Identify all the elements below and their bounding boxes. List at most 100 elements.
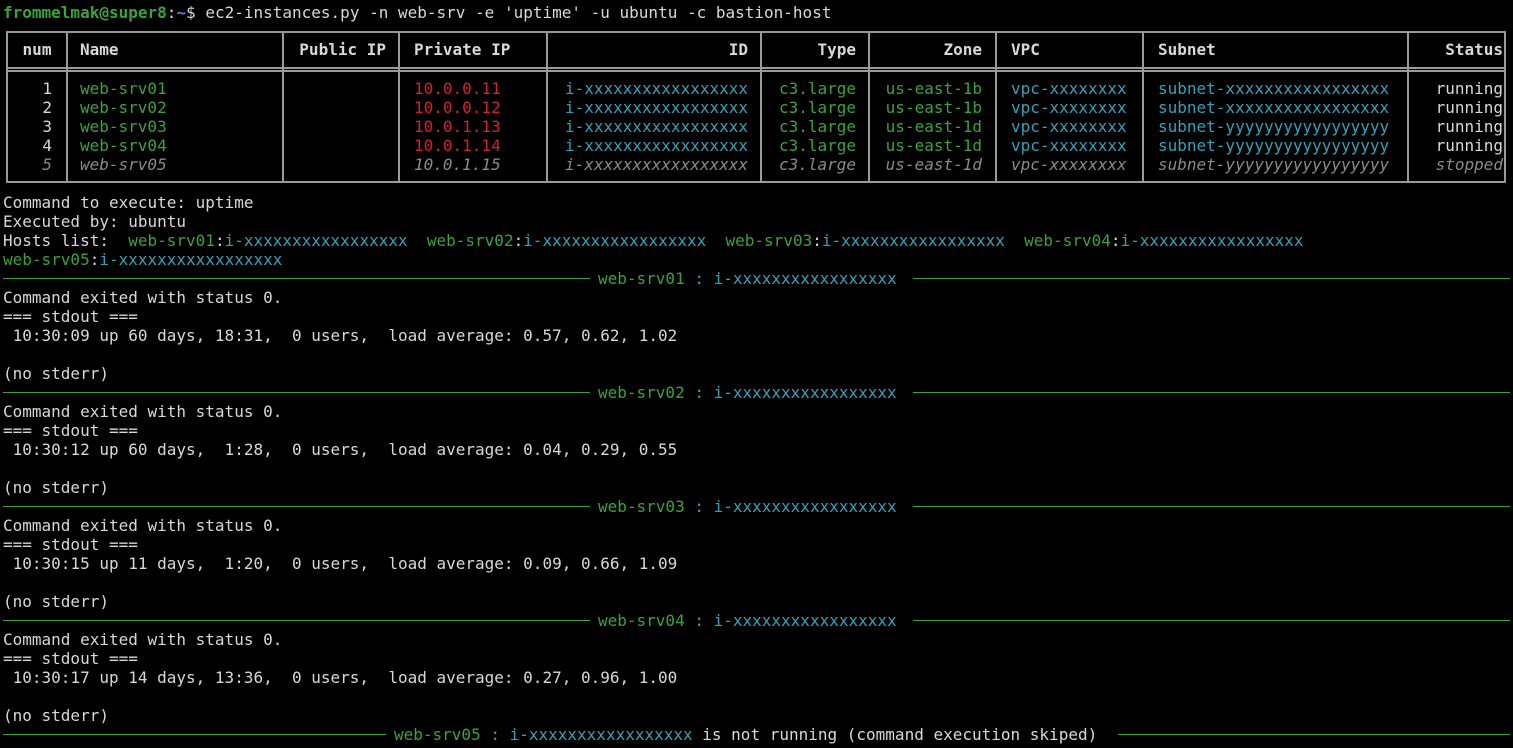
host-name: web-srv04 bbox=[1024, 231, 1111, 250]
cell-private_ip: 10.0.1.14 bbox=[414, 136, 501, 155]
cell-type: c3.large bbox=[778, 136, 856, 155]
separator-label: web-srv01 : i-xxxxxxxxxxxxxxxxx bbox=[598, 269, 897, 288]
header-id: ID bbox=[728, 40, 748, 59]
final-colon: : bbox=[480, 725, 510, 744]
executed-label: Executed by: bbox=[3, 212, 129, 231]
cell-status: running bbox=[1435, 117, 1503, 136]
cell-vpc: vpc-xxxxxxxx bbox=[1011, 155, 1127, 174]
cell-zone: us-east-1b bbox=[885, 79, 982, 98]
host-separator: : bbox=[1110, 231, 1121, 250]
separator-rule-right bbox=[913, 506, 1510, 507]
section-stderr: (no stderr) bbox=[3, 478, 109, 497]
cell-public_ip bbox=[284, 79, 386, 98]
cell-num: 5 bbox=[42, 155, 52, 174]
section-stdout: 10:30:12 up 60 days, 1:28, 0 users, load… bbox=[3, 440, 678, 459]
prompt-command: ec2-instances.py -n web-srv -e 'uptime' … bbox=[195, 3, 832, 22]
section-exit: Command exited with status 0. bbox=[3, 516, 283, 535]
cell-vpc: vpc-xxxxxxxx bbox=[1011, 98, 1127, 117]
cell-status: stopped bbox=[1435, 155, 1503, 174]
cell-num: 2 bbox=[42, 98, 52, 117]
host-separator: : bbox=[214, 231, 225, 250]
cell-subnet: subnet-yyyyyyyyyyyyyyyyy bbox=[1158, 155, 1390, 174]
header-zone: Zone bbox=[943, 40, 982, 59]
cell-private_ip: 10.0.1.15 bbox=[414, 155, 501, 174]
command-label: Command to execute: bbox=[3, 193, 196, 212]
section-separator: web-srv05 : i-xxxxxxxxxxxxxxxxx is not r… bbox=[0, 725, 1513, 744]
separator-label: web-srv03 : i-xxxxxxxxxxxxxxxxx bbox=[598, 497, 897, 516]
section-stdout: 10:30:17 up 14 days, 13:36, 0 users, loa… bbox=[3, 668, 678, 687]
host-entry: web-srv05:i-xxxxxxxxxxxxxxxxx bbox=[3, 250, 282, 269]
separator-rule-right bbox=[1118, 734, 1510, 735]
section-separator: web-srv01 : i-xxxxxxxxxxxxxxxxx bbox=[0, 269, 1513, 288]
hosts-label: Hosts list: bbox=[3, 231, 129, 250]
cell-type: c3.large bbox=[778, 79, 856, 98]
cell-vpc: vpc-xxxxxxxx bbox=[1011, 117, 1127, 136]
command-value: uptime bbox=[195, 193, 254, 212]
cell-public_ip bbox=[284, 136, 386, 155]
cell-vpc: vpc-xxxxxxxx bbox=[1011, 79, 1127, 98]
section-separator: web-srv04 : i-xxxxxxxxxxxxxxxxx bbox=[0, 611, 1513, 630]
cell-subnet: subnet-yyyyyyyyyyyyyyyyy bbox=[1158, 117, 1390, 136]
cell-private_ip: 10.0.0.12 bbox=[414, 98, 501, 117]
cell-type: c3.large bbox=[778, 98, 856, 117]
separator-label: web-srv02 : i-xxxxxxxxxxxxxxxxx bbox=[598, 383, 897, 402]
cell-name: web-srv05 bbox=[80, 155, 167, 174]
host-id: i-xxxxxxxxxxxxxxxxx bbox=[99, 250, 283, 269]
cell-name: web-srv04 bbox=[80, 136, 167, 155]
section-host-id: i-xxxxxxxxxxxxxxxxx bbox=[713, 497, 897, 516]
cell-num: 3 bbox=[42, 117, 52, 136]
cell-status: running bbox=[1435, 98, 1503, 117]
cell-id: i-xxxxxxxxxxxxxxxxx bbox=[564, 79, 748, 98]
section-host-id: i-xxxxxxxxxxxxxxxxx bbox=[713, 269, 897, 288]
separator-rule-left bbox=[3, 392, 590, 393]
cell-private_ip: 10.0.0.11 bbox=[414, 79, 501, 98]
section-host-name: web-srv04 bbox=[598, 611, 685, 630]
prompt-symbol: $ bbox=[186, 3, 196, 22]
cell-vpc: vpc-xxxxxxxx bbox=[1011, 136, 1127, 155]
prompt-path: ~ bbox=[176, 3, 187, 22]
separator-label: web-srv04 : i-xxxxxxxxxxxxxxxxx bbox=[598, 611, 897, 630]
hosts-line-continued: web-srv05:i-xxxxxxxxxxxxxxxxx bbox=[3, 250, 282, 269]
executed-value: ubuntu bbox=[128, 212, 187, 231]
prompt-line: frommelmak@super8:~$ ec2-instances.py -n… bbox=[3, 3, 832, 22]
section-stdout-header: === stdout === bbox=[3, 307, 138, 326]
separator-label: web-srv05 : i-xxxxxxxxxxxxxxxxx is not r… bbox=[394, 725, 1097, 744]
cell-public_ip bbox=[284, 117, 386, 136]
section-host-id: i-xxxxxxxxxxxxxxxxx bbox=[713, 383, 897, 402]
cell-subnet: subnet-yyyyyyyyyyyyyyyyy bbox=[1158, 136, 1390, 155]
header-subnet: Subnet bbox=[1158, 40, 1216, 59]
cell-private_ip: 10.0.1.13 bbox=[414, 117, 501, 136]
section-colon: : bbox=[684, 383, 714, 402]
section-separator: web-srv02 : i-xxxxxxxxxxxxxxxxx bbox=[0, 383, 1513, 402]
cell-zone: us-east-1b bbox=[885, 98, 982, 117]
header-vpc: VPC bbox=[1011, 40, 1040, 59]
cell-subnet: subnet-xxxxxxxxxxxxxxxxx bbox=[1158, 79, 1390, 98]
cell-type: c3.large bbox=[778, 155, 856, 174]
cell-name: web-srv02 bbox=[80, 98, 167, 117]
header-type: Type bbox=[817, 40, 856, 59]
header-num: num bbox=[22, 40, 52, 59]
host-id: i-xxxxxxxxxxxxxxxxx bbox=[821, 231, 1005, 250]
cell-id: i-xxxxxxxxxxxxxxxxx bbox=[564, 117, 748, 136]
section-exit: Command exited with status 0. bbox=[3, 288, 283, 307]
section-host-name: web-srv03 bbox=[598, 497, 685, 516]
final-host-id: i-xxxxxxxxxxxxxxxxx bbox=[509, 725, 693, 744]
prompt-user-host: frommelmak@super8 bbox=[3, 3, 167, 22]
cell-id: i-xxxxxxxxxxxxxxxxx bbox=[564, 98, 748, 117]
host-separator: : bbox=[812, 231, 822, 250]
header-name: Name bbox=[80, 40, 119, 59]
cell-public_ip bbox=[284, 155, 386, 174]
section-stdout-header: === stdout === bbox=[3, 649, 138, 668]
host-id: i-xxxxxxxxxxxxxxxxx bbox=[523, 231, 707, 250]
separator-rule-left bbox=[3, 734, 386, 735]
host-entry: web-srv01:i-xxxxxxxxxxxxxxxxx bbox=[128, 231, 407, 250]
cell-name: web-srv01 bbox=[80, 79, 167, 98]
host-name: web-srv03 bbox=[725, 231, 813, 250]
section-exit: Command exited with status 0. bbox=[3, 630, 283, 649]
final-message: is not running (command execution skiped… bbox=[692, 725, 1098, 744]
cell-zone: us-east-1d bbox=[885, 117, 982, 136]
separator-rule-right bbox=[913, 620, 1510, 621]
cell-num: 4 bbox=[42, 136, 52, 155]
section-exit: Command exited with status 0. bbox=[3, 402, 283, 421]
host-entry: web-srv03:i-xxxxxxxxxxxxxxxxx bbox=[726, 231, 1005, 250]
